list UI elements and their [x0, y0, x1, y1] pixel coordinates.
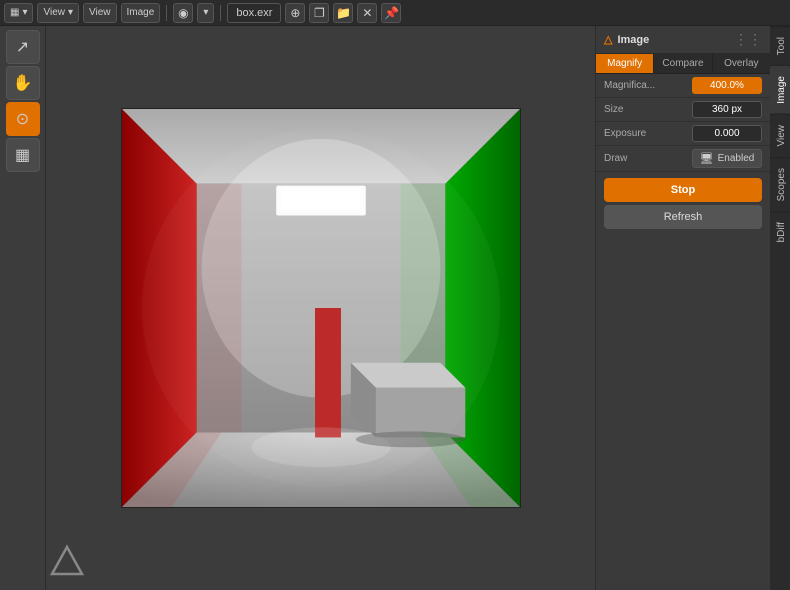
render-icon-btn[interactable]: ◉: [173, 3, 193, 23]
exposure-row: Exposure 0.000: [596, 122, 770, 146]
copy-icon: ❐: [314, 6, 325, 20]
tab-compare-label: Compare: [662, 58, 703, 69]
tab-compare[interactable]: Compare: [654, 54, 712, 73]
side-tab-bar: Tool Image View Scopes bDiff: [770, 26, 790, 590]
editor-dropdown-arrow: ▾: [22, 7, 27, 18]
pin-icon: 📌: [384, 6, 399, 20]
side-tab-view-label: View: [776, 125, 787, 147]
shield-icon: ⊕: [290, 6, 300, 20]
size-value[interactable]: 360 px: [692, 101, 762, 118]
tab-overlay[interactable]: Overlay: [713, 54, 770, 73]
side-tab-bdiff-label: bDiff: [776, 222, 787, 242]
separator-1: [166, 5, 167, 21]
panel-title-icon: △: [604, 33, 612, 46]
blender-logo: [50, 544, 85, 582]
checker-tool-btn[interactable]: ▦: [6, 138, 40, 172]
render-arrow: ▾: [203, 7, 208, 18]
canvas-area: [46, 26, 595, 590]
filename-display: box.exr: [227, 3, 281, 23]
folder-icon: 📁: [336, 6, 351, 20]
folder-btn[interactable]: 📁: [333, 3, 353, 23]
magnification-value[interactable]: 400.0%: [692, 77, 762, 94]
hand-tool-btn[interactable]: ✋: [6, 66, 40, 100]
zoom-tool-btn[interactable]: ⊙: [6, 102, 40, 136]
editor-icon: ▦: [10, 7, 19, 18]
top-menu-bar: ▦ ▾ View ▾ View Image ◉ ▾ box.exr ⊕ ❐ 📁 …: [0, 0, 790, 26]
cursor-icon: ↗: [16, 37, 29, 57]
shield-btn[interactable]: ⊕: [285, 3, 305, 23]
refresh-button[interactable]: Refresh: [604, 205, 762, 229]
panel-tabs: Magnify Compare Overlay: [596, 54, 770, 74]
side-tab-view[interactable]: View: [770, 114, 790, 157]
render-image: [121, 108, 521, 508]
size-label: Size: [604, 104, 623, 115]
render-dropdown-btn[interactable]: ▾: [197, 3, 214, 23]
side-tab-tool[interactable]: Tool: [770, 26, 790, 65]
tab-overlay-label: Overlay: [724, 58, 758, 69]
view-btn[interactable]: View ▾: [37, 3, 79, 23]
image-menu-btn[interactable]: Image: [121, 3, 161, 23]
copy-btn[interactable]: ❐: [309, 3, 329, 23]
panel-title: △ Image: [604, 33, 649, 46]
magnification-label: Magnifica...: [604, 80, 655, 91]
separator-2: [220, 5, 221, 21]
side-tab-scopes[interactable]: Scopes: [770, 157, 790, 211]
draw-row: Draw 🖥 Enabled: [596, 146, 770, 172]
tab-magnify-label: Magnify: [607, 58, 642, 69]
magnification-row: Magnifica... 400.0%: [596, 74, 770, 98]
render-icon: ◉: [178, 6, 188, 20]
close-btn[interactable]: ✕: [357, 3, 377, 23]
draw-monitor-icon: 🖥: [700, 152, 714, 165]
main-content: ↗ ✋ ⊙ ▦: [0, 26, 790, 590]
editor-type-btn[interactable]: ▦ ▾: [4, 3, 33, 23]
draw-value[interactable]: 🖥 Enabled: [692, 149, 762, 168]
cursor-tool-btn[interactable]: ↗: [6, 30, 40, 64]
view2-btn[interactable]: View: [83, 3, 117, 23]
image-label: Image: [127, 7, 155, 18]
view2-label: View: [89, 7, 111, 18]
exposure-label: Exposure: [604, 128, 646, 139]
view-label: View: [43, 7, 65, 18]
filename-text: box.exr: [236, 7, 272, 19]
panel-options-btn[interactable]: ⋮⋮: [734, 31, 762, 48]
right-panel: △ Image ⋮⋮ Magnify Compare Overlay Ma: [595, 26, 770, 590]
zoom-icon: ⊙: [16, 109, 29, 129]
panel-header: △ Image ⋮⋮: [596, 26, 770, 54]
exposure-value[interactable]: 0.000: [692, 125, 762, 142]
left-toolbar: ↗ ✋ ⊙ ▦: [0, 26, 46, 590]
draw-label: Draw: [604, 153, 627, 164]
side-tab-scopes-label: Scopes: [776, 168, 787, 201]
side-tab-tool-label: Tool: [776, 37, 787, 55]
view-arrow: ▾: [68, 7, 73, 18]
tab-magnify[interactable]: Magnify: [596, 54, 654, 73]
hand-icon: ✋: [13, 73, 33, 93]
draw-enabled-text: Enabled: [718, 153, 755, 164]
checker-icon: ▦: [15, 145, 30, 165]
pin-btn[interactable]: 📌: [381, 3, 401, 23]
side-tab-bdiff[interactable]: bDiff: [770, 211, 790, 252]
side-tab-image[interactable]: Image: [770, 65, 790, 114]
close-icon: ✕: [362, 6, 372, 20]
panel-spacer: [596, 235, 770, 590]
panel-title-text: Image: [617, 34, 649, 46]
side-tab-image-label: Image: [776, 76, 787, 104]
right-section: △ Image ⋮⋮ Magnify Compare Overlay Ma: [595, 26, 790, 590]
cornell-box-svg: [122, 109, 520, 507]
stop-button[interactable]: Stop: [604, 178, 762, 202]
size-row: Size 360 px: [596, 98, 770, 122]
